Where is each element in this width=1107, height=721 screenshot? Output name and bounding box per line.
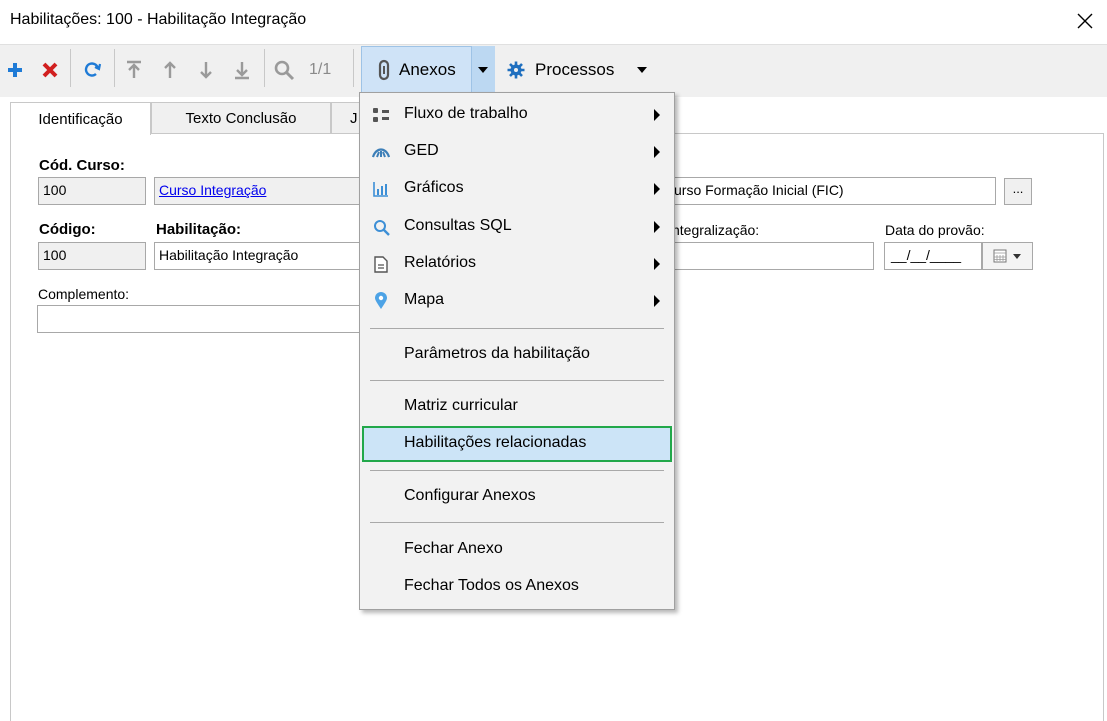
habilitacao-field[interactable]: Habilitação Integração [154, 242, 364, 270]
menu-item-matriz-curricular[interactable]: Matriz curricular [362, 389, 672, 425]
tab-identificacao[interactable]: Identificação [10, 102, 151, 135]
submenu-arrow-icon [654, 146, 660, 158]
codigo-label: Código: [39, 221, 96, 238]
codigo-field[interactable]: 100 [38, 242, 146, 270]
chart-icon [372, 180, 390, 198]
cod-curso-field[interactable]: 100 [38, 177, 146, 205]
date-picker-button[interactable] [982, 242, 1033, 270]
submenu-arrow-icon [654, 183, 660, 195]
next-record-icon[interactable] [194, 58, 218, 82]
map-pin-icon [372, 292, 390, 310]
cod-curso-label: Cód. Curso: [39, 157, 125, 174]
title-bar: Habilitações: 100 - Habilitação Integraç… [0, 0, 1107, 44]
menu-separator [370, 470, 664, 471]
submenu-arrow-icon [654, 221, 660, 233]
menu-item-fluxo-de-trabalho[interactable]: Fluxo de trabalho [362, 97, 672, 133]
calendar-icon [993, 249, 1007, 266]
habilitacao-label: Habilitação: [156, 221, 242, 238]
record-counter: 1/1 [309, 61, 332, 78]
submenu-arrow-icon [654, 295, 660, 307]
processos-button[interactable]: Processos [535, 60, 614, 80]
curso-name-field: Curso Integração [154, 177, 364, 205]
menu-item-mapa[interactable]: Mapa [362, 283, 672, 319]
data-provao-label: Data do provão: [885, 222, 985, 238]
workflow-icon [372, 106, 390, 124]
complemento-label: Complemento: [38, 286, 130, 302]
add-icon[interactable] [3, 58, 27, 82]
refresh-icon[interactable] [80, 58, 104, 82]
submenu-arrow-icon [654, 109, 660, 121]
previous-record-icon[interactable] [158, 58, 182, 82]
anexos-label: Anexos [399, 60, 456, 79]
menu-separator [370, 328, 664, 329]
menu-separator [370, 380, 664, 381]
window-title: Habilitações: 100 - Habilitação Integraç… [10, 11, 307, 28]
anexos-menu: Fluxo de trabalho GED Gráficos Consultas… [359, 92, 675, 610]
report-icon [372, 255, 390, 273]
menu-item-fechar-anexo[interactable]: Fechar Anexo [362, 532, 672, 568]
processos-dropdown-arrow[interactable] [637, 67, 647, 73]
menu-item-relatorios[interactable]: Relatórios [362, 246, 672, 282]
last-record-icon[interactable] [230, 58, 254, 82]
ged-icon [372, 143, 390, 161]
chevron-down-icon [1013, 254, 1021, 259]
menu-item-habilitacoes-relacionadas[interactable]: Habilitações relacionadas [362, 426, 672, 462]
anexos-dropdown-arrow[interactable] [471, 46, 495, 94]
submenu-arrow-icon [654, 258, 660, 270]
data-provao-field[interactable]: __/__/____ [884, 242, 982, 270]
menu-item-parametros-habilitacao[interactable]: Parâmetros da habilitação [362, 337, 672, 373]
close-icon[interactable] [1072, 8, 1098, 34]
menu-item-consultas-sql[interactable]: Consultas SQL [362, 209, 672, 245]
menu-item-ged[interactable]: GED [362, 134, 672, 170]
curso-tipo-field[interactable]: urso Formação Inicial (FIC) [672, 177, 996, 205]
menu-item-configurar-anexos[interactable]: Configurar Anexos [362, 479, 672, 515]
search-icon[interactable] [272, 58, 296, 82]
browse-button[interactable]: ... [1004, 178, 1032, 205]
delete-icon[interactable] [38, 58, 62, 82]
integralizacao-label: ntegralização: [672, 222, 760, 238]
paperclip-icon [372, 58, 396, 82]
gear-icon[interactable] [504, 58, 528, 82]
search-icon [372, 218, 390, 236]
complemento-field[interactable] [37, 305, 367, 333]
menu-separator [370, 522, 664, 523]
curso-link[interactable]: Curso Integração [159, 182, 266, 198]
menu-item-graficos[interactable]: Gráficos [362, 171, 672, 207]
first-record-icon[interactable] [122, 58, 146, 82]
integralizacao-field[interactable] [672, 242, 874, 270]
menu-item-fechar-todos-anexos[interactable]: Fechar Todos os Anexos [362, 569, 672, 605]
tab-texto-conclusao[interactable]: Texto Conclusão [151, 102, 331, 134]
